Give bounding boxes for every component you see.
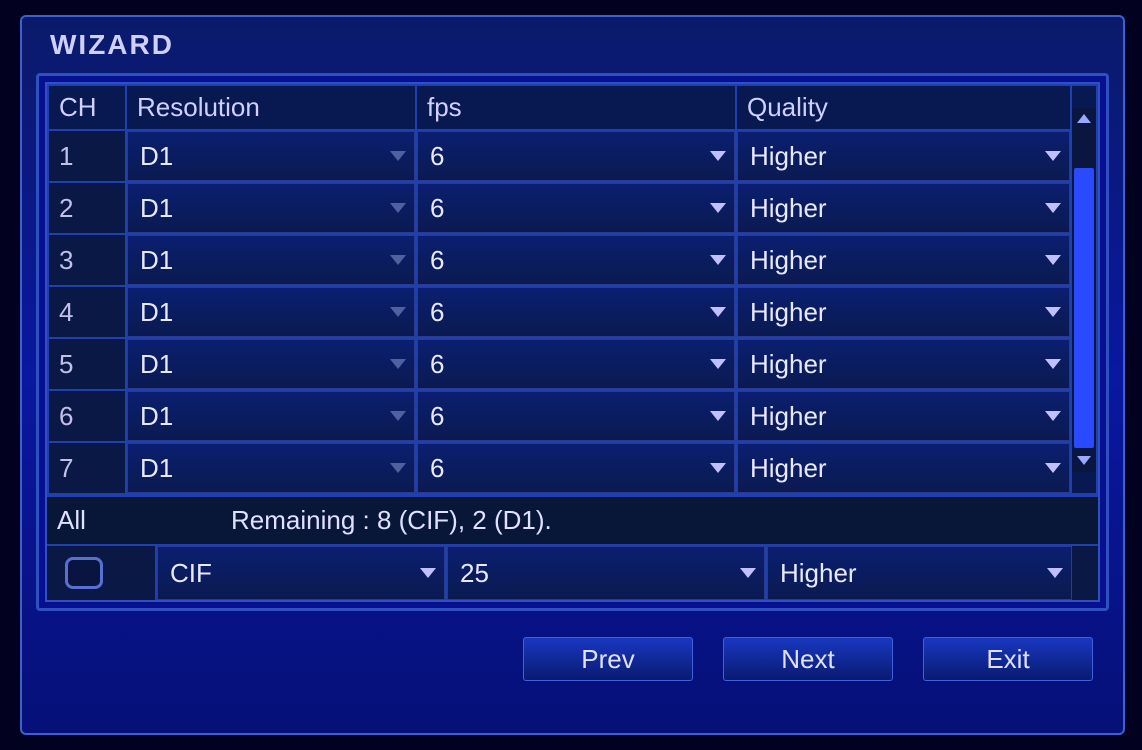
resolution-select[interactable]: D1 [127,443,415,493]
chevron-down-icon [390,151,406,161]
all-quality-select[interactable]: Higher [767,546,1072,600]
scrollbar[interactable] [1072,108,1096,472]
chevron-down-icon [1045,203,1061,213]
resolution-select[interactable]: D1 [127,183,415,233]
chevron-down-icon [710,203,726,213]
header-fps: fps [416,85,736,130]
scrollbar-cell [1071,85,1097,494]
table-row: 6 D1 6 Higher [48,390,1097,442]
fps-select[interactable]: 6 [417,131,735,181]
chevron-down-icon [710,151,726,161]
table-row: 5 D1 6 Higher [48,338,1097,390]
resolution-select[interactable]: D1 [127,235,415,285]
ch-label: 6 [48,390,126,442]
channel-grid: CH Resolution fps Quality 1 D1 [45,82,1100,602]
chevron-down-icon [1045,307,1061,317]
window-title: WIZARD [22,17,1123,69]
quality-select[interactable]: Higher [737,235,1070,285]
fps-select[interactable]: 6 [417,443,735,493]
ch-label: 4 [48,286,126,338]
button-bar: Prev Next Exit [22,619,1123,681]
chevron-down-icon [740,568,756,578]
quality-select[interactable]: Higher [737,183,1070,233]
chevron-down-icon [1045,463,1061,473]
ch-label: 1 [48,130,126,182]
chevron-down-icon [1045,359,1061,369]
scroll-thumb[interactable] [1074,168,1094,448]
all-channels-row: CIF 25 Higher [47,544,1098,600]
chevron-down-icon [390,411,406,421]
header-resolution: Resolution [126,85,416,130]
all-fps-select[interactable]: 25 [447,546,765,600]
resolution-select[interactable]: D1 [127,131,415,181]
chevron-down-icon [390,307,406,317]
fps-select[interactable]: 6 [417,287,735,337]
ch-label: 5 [48,338,126,390]
chevron-down-icon [390,359,406,369]
all-resolution-select[interactable]: CIF [157,546,445,600]
quality-select[interactable]: Higher [737,131,1070,181]
ch-label: 3 [48,234,126,286]
header-quality: Quality [736,85,1071,130]
settings-panel: CH Resolution fps Quality 1 D1 [36,73,1109,611]
chevron-down-icon [1045,255,1061,265]
chevron-down-icon [420,568,436,578]
chevron-down-icon [390,203,406,213]
resolution-select[interactable]: D1 [127,339,415,389]
fps-select[interactable]: 6 [417,391,735,441]
chevron-down-icon [390,463,406,473]
chevron-down-icon [1047,568,1063,578]
all-label: All [51,505,231,536]
fps-select[interactable]: 6 [417,183,735,233]
table-row: 2 D1 6 Higher [48,182,1097,234]
chevron-down-icon [1045,411,1061,421]
prev-button[interactable]: Prev [523,637,693,681]
fps-select[interactable]: 6 [417,339,735,389]
next-button[interactable]: Next [723,637,893,681]
resolution-select[interactable]: D1 [127,287,415,337]
ch-label: 7 [48,442,126,494]
ch-label: 2 [48,182,126,234]
chevron-down-icon [710,463,726,473]
chevron-down-icon [710,359,726,369]
header-ch: CH [48,85,126,130]
remaining-text: Remaining : 8 (CIF), 2 (D1). [231,505,1090,536]
quality-select[interactable]: Higher [737,443,1070,493]
quality-select[interactable]: Higher [737,391,1070,441]
chevron-down-icon [1045,151,1061,161]
quality-select[interactable]: Higher [737,287,1070,337]
fps-select[interactable]: 6 [417,235,735,285]
resolution-select[interactable]: D1 [127,391,415,441]
table-row: 4 D1 6 Higher [48,286,1097,338]
table-row: 3 D1 6 Higher [48,234,1097,286]
scroll-up-button[interactable] [1072,108,1096,130]
quality-select[interactable]: Higher [737,339,1070,389]
chevron-down-icon [710,307,726,317]
scroll-down-button[interactable] [1072,450,1096,472]
exit-button[interactable]: Exit [923,637,1093,681]
chevron-down-icon [710,411,726,421]
chevron-down-icon [390,255,406,265]
status-row: All Remaining : 8 (CIF), 2 (D1). [47,495,1098,544]
wizard-window: WIZARD CH Resolution fps Quality [20,15,1125,735]
table-row: 1 D1 6 Higher [48,130,1097,182]
all-checkbox[interactable] [65,557,103,589]
chevron-down-icon [710,255,726,265]
table-row: 7 D1 6 Higher [48,442,1097,494]
